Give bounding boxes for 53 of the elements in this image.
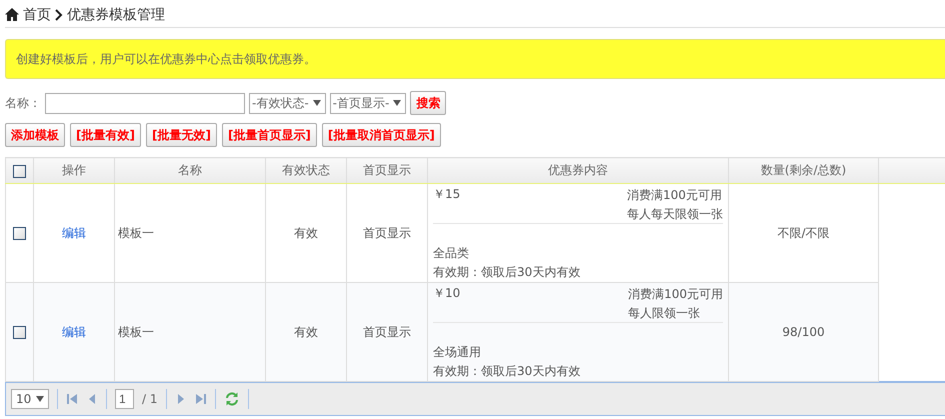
page-size-select[interactable]: 10 [11, 389, 49, 409]
notice-banner: 创建好模板后，用户可以在优惠券中心点击领取优惠券。 [5, 39, 945, 79]
caret-icon [312, 100, 321, 106]
name-input[interactable] [45, 92, 245, 114]
page-title: 优惠券模板管理 [67, 6, 165, 24]
page-input[interactable]: 1 [115, 389, 134, 409]
coupon-condition: 消费满100元可用 [628, 286, 723, 303]
column-header: 名称 [114, 158, 266, 184]
refresh-icon[interactable] [224, 391, 240, 407]
homepage-select[interactable]: -首页显示- [330, 92, 406, 114]
coupon-scope: 全场通用 [433, 344, 482, 361]
home-icon[interactable] [5, 8, 19, 21]
coupon-validity: 有效期：领取后30天内有效 [433, 264, 582, 281]
status-select[interactable]: -有效状态- [249, 92, 326, 114]
coupon-validity: 有效期：领取后30天内有效 [433, 363, 582, 380]
table-cell: 有效 [294, 324, 318, 338]
edit-link[interactable]: 编辑 [62, 324, 86, 338]
name-label: 名称： [5, 94, 41, 112]
column-header: 首页显示 [346, 158, 428, 184]
checkbox[interactable] [13, 164, 26, 178]
caret-icon [393, 100, 402, 106]
first-page-icon[interactable] [66, 393, 78, 405]
column-header: 数量(剩余/总数) [728, 158, 878, 184]
coupon-limit: 每人限领一张 [628, 305, 700, 322]
last-page-icon[interactable] [194, 393, 206, 405]
table-cell: 模板一 [118, 226, 154, 240]
table-cell: 模板一 [118, 324, 154, 338]
chevron-icon [55, 8, 63, 20]
column-header: 优惠券内容 [428, 158, 728, 184]
action-button[interactable]: [批量有效] [70, 123, 141, 147]
caret-icon [36, 396, 44, 402]
checkbox[interactable] [13, 326, 26, 340]
table-cell: 有效 [294, 226, 318, 240]
action-button[interactable]: [批量取消首页显示] [322, 123, 441, 147]
column-header: 操作 [34, 158, 114, 184]
page-total: / 1 [142, 392, 158, 406]
search-button[interactable]: 搜索 [410, 91, 446, 115]
breadcrumb-link[interactable]: 首页 [23, 6, 51, 24]
action-button[interactable]: 添加模板 [5, 123, 65, 147]
coupon-limit: 每人每天限领一张 [627, 206, 723, 223]
coupon-condition: 消费满100元可用 [627, 187, 722, 204]
checkbox[interactable] [13, 227, 26, 240]
coupon-amount: ￥15 [433, 186, 460, 203]
column-header: 有效状态 [266, 158, 346, 184]
action-button[interactable]: [批量无效] [146, 123, 217, 147]
table-cell: 98/100 [782, 325, 825, 339]
action-button[interactable]: [批量首页显示] [222, 123, 317, 147]
table-cell: 首页显示 [363, 226, 411, 240]
coupon-scope: 全品类 [433, 245, 470, 262]
table-cell: 首页显示 [363, 324, 411, 338]
edit-link[interactable]: 编辑 [62, 226, 86, 240]
table-cell: 不限/不限 [777, 226, 830, 240]
coupon-amount: ￥10 [433, 285, 460, 302]
